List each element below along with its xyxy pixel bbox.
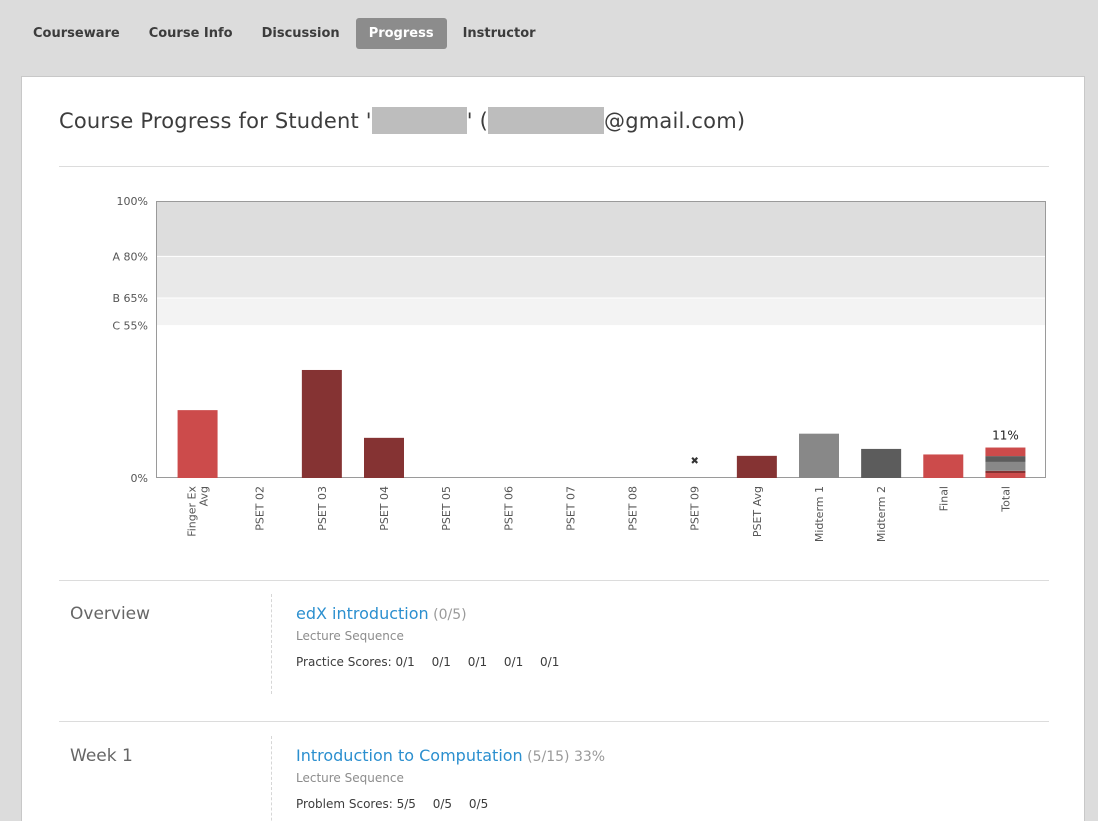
x-tick-label: PSET 07	[564, 486, 577, 531]
subsection-score: (5/15)	[527, 749, 570, 765]
y-tick-label: 0%	[131, 472, 148, 485]
x-axis-label: PSET Avg	[751, 486, 764, 537]
total-bar-segment	[985, 470, 1026, 474]
scores-list: Practice Scores: 0/1 0/1 0/1 0/1 0/1	[296, 655, 572, 669]
x-tick-label: Midterm 2	[875, 486, 888, 542]
x-axis-label: PSET 09	[689, 486, 702, 531]
scores-label: Problem Scores:	[296, 797, 393, 811]
divider	[59, 721, 1049, 722]
bar	[736, 455, 777, 478]
x-tick-label: PSET Avg	[751, 486, 764, 537]
subsection: Introduction to Computation (5/15) 33% L…	[271, 736, 605, 821]
dropped-marker: ✖	[691, 456, 699, 467]
chapter-title: Week 1	[70, 746, 133, 766]
x-axis-label: PSET 06	[502, 486, 515, 531]
total-percent-label: 11%	[992, 429, 1019, 443]
x-axis-label: PSET 07	[564, 486, 577, 531]
divider	[59, 580, 1049, 581]
score-value: 0/1	[467, 655, 488, 669]
tab-discussion[interactable]: Discussion	[249, 18, 353, 49]
total-bar-segment	[985, 447, 1026, 457]
x-tick-label: PSET 08	[627, 486, 640, 531]
bar	[177, 410, 218, 478]
bar	[799, 433, 839, 478]
y-tick-label: 100%	[117, 195, 148, 208]
score-value: 0/1	[540, 655, 560, 669]
x-axis-label: Midterm 1	[813, 486, 826, 542]
subsection-link[interactable]: edX introduction	[296, 594, 429, 623]
x-axis-label: Total	[999, 486, 1012, 513]
chapter-title: Overview	[70, 604, 151, 624]
x-tick-label: Total	[999, 486, 1012, 513]
subsection-type: Lecture Sequence	[296, 771, 404, 785]
total-bar-segment	[985, 456, 1026, 462]
x-axis-label: PSET 08	[627, 486, 640, 531]
bar	[364, 437, 404, 478]
progress-panel: Course Progress for Student ' ' ( @gmail…	[21, 76, 1085, 821]
x-axis-label: PSET 03	[316, 486, 329, 531]
score-value: 5/5	[396, 797, 416, 811]
score-value: 0/5	[468, 797, 489, 811]
score-value: 0/1	[395, 655, 415, 669]
score-value: 0/1	[431, 655, 451, 669]
x-tick-label: PSET 05	[440, 486, 453, 531]
x-tick-label: PSET 03	[316, 486, 329, 531]
scores-label: Practice Scores:	[296, 655, 392, 669]
x-tick-label: PSET 06	[502, 486, 515, 531]
x-tick-label: Final	[937, 486, 950, 511]
grade-band-c	[156, 297, 1046, 326]
subsection-percent: 33%	[573, 749, 606, 765]
bar	[923, 454, 964, 478]
tab-course-info[interactable]: Course Info	[136, 18, 246, 49]
total-bar-segment	[985, 461, 1026, 471]
grade-band-b	[156, 256, 1046, 298]
subsection-score: (0/5)	[433, 607, 467, 623]
score-value: 0/5	[432, 797, 453, 811]
subsection-type: Lecture Sequence	[296, 629, 404, 643]
bar	[861, 448, 902, 478]
y-tick-label: A 80%	[113, 250, 148, 263]
y-tick-label: B 65%	[113, 292, 149, 305]
bar	[301, 369, 342, 478]
scores-list: Problem Scores: 5/5 0/5 0/5	[296, 797, 605, 811]
subsection-link[interactable]: Introduction to Computation	[296, 736, 523, 765]
x-axis-label: PSET 04	[378, 486, 391, 531]
x-tick-label: PSET 02	[254, 486, 267, 531]
x-axis-label: PSET 02	[254, 486, 267, 531]
x-tick-label: Avg	[198, 486, 211, 506]
grade-band-a	[156, 201, 1046, 257]
tab-progress[interactable]: Progress	[355, 17, 447, 49]
tab-instructor[interactable]: Instructor	[450, 18, 549, 49]
x-axis-label: Finger Ex Avg	[186, 486, 211, 537]
x-tick-label: PSET 04	[378, 486, 391, 531]
x-axis-label: PSET 05	[440, 486, 453, 531]
course-nav-tabs: Courseware Course Info Discussion Progre…	[20, 17, 552, 49]
tab-courseware[interactable]: Courseware	[20, 18, 133, 49]
grade-chart: 100% A 80% B 65% C 55% 0% Finger Ex Avg PSET 02…	[112, 195, 1046, 542]
y-tick-label: C 55%	[112, 320, 148, 333]
x-tick-label: Midterm 1	[813, 486, 826, 542]
total-bar-segment	[985, 473, 1026, 478]
x-axis-label: Final	[937, 486, 950, 511]
score-value: 0/1	[503, 655, 524, 669]
x-tick-label: PSET 09	[689, 486, 702, 531]
subsection: edX introduction (0/5) Lecture Sequence …	[271, 594, 572, 694]
x-axis-label: Midterm 2	[875, 486, 888, 542]
